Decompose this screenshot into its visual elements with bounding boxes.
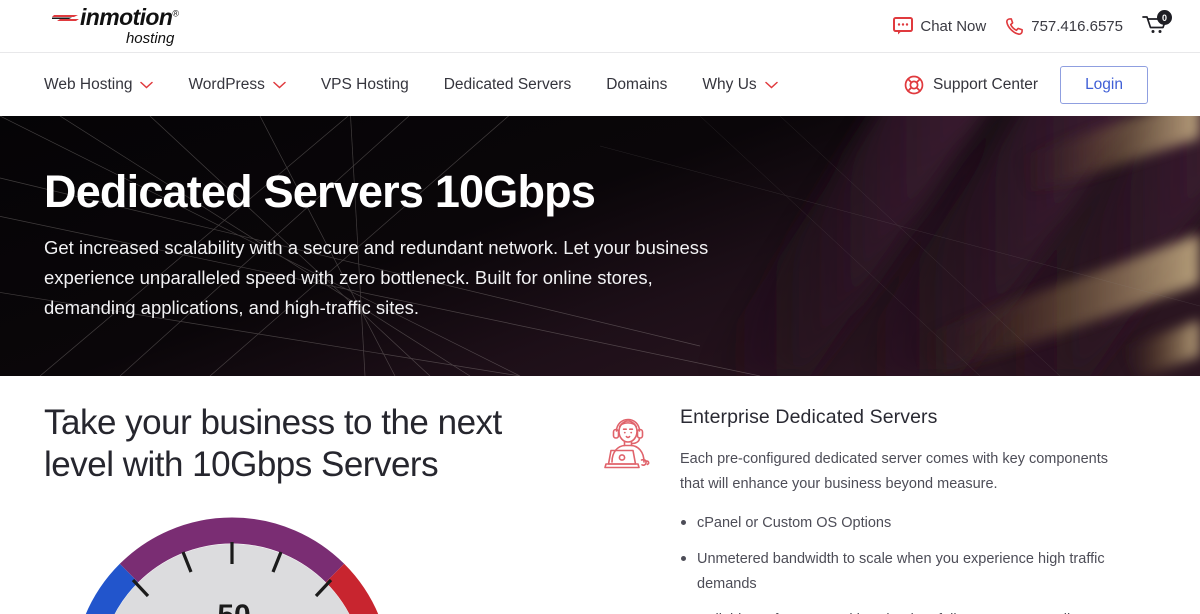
logo-sub-text: hosting xyxy=(125,30,175,47)
enterprise-title: Enterprise Dedicated Servers xyxy=(680,406,938,428)
support-center-label: Support Center xyxy=(932,75,1039,93)
cart-count-badge: 0 xyxy=(1157,10,1172,25)
enterprise-description: Each pre-configured dedicated server com… xyxy=(680,451,1108,492)
nav-label: Domains xyxy=(606,75,668,93)
chevron-down-icon xyxy=(273,81,286,89)
nav-item-dedicated-servers[interactable]: Dedicated Servers xyxy=(444,76,572,94)
hero-subtitle: Get increased scalability with a secure … xyxy=(44,237,709,319)
main-navigation: Web Hosting WordPress VPS Hosting Dedica… xyxy=(0,52,1200,116)
login-button[interactable]: Login xyxy=(1060,65,1148,104)
nav-label: VPS Hosting xyxy=(320,75,409,93)
speedometer-graphic: 30 40 50 60 70 xyxy=(85,517,379,614)
content-left-column: Take your business to the next level wit… xyxy=(0,402,600,614)
phone-number: 757.416.6575 xyxy=(1031,17,1123,35)
nav-label: Dedicated Servers xyxy=(443,75,572,93)
cart-button[interactable]: 0 xyxy=(1142,10,1172,41)
hero-title: Dedicated Servers 10Gbps xyxy=(44,166,596,217)
nav-item-why-us[interactable]: Why Us xyxy=(702,75,778,94)
logo-main-text: inmotion xyxy=(80,4,173,30)
nav-item-wordpress[interactable]: WordPress xyxy=(188,75,286,94)
nav-label: Web Hosting xyxy=(44,75,133,93)
gauge-tick-50: 50 xyxy=(217,599,250,614)
nav-item-vps-hosting[interactable]: VPS Hosting xyxy=(321,76,409,94)
lifebuoy-icon xyxy=(904,75,924,94)
feature-item: Unmetered bandwidth to scale when you ex… xyxy=(680,547,1126,597)
chat-now-label: Chat Now xyxy=(920,17,987,35)
phone-icon xyxy=(1006,17,1024,35)
utility-bar: inmotion® hosting Chat Now 757.416.6575 xyxy=(0,0,1200,52)
speedometer-gauge: 30 40 50 60 70 xyxy=(62,507,442,614)
nav-label: WordPress xyxy=(188,75,265,93)
feature-list: cPanel or Custom OS Options Unmetered ba… xyxy=(680,511,1160,614)
nav-actions: Support Center Login xyxy=(904,65,1148,104)
feature-item: cPanel or Custom OS Options xyxy=(680,511,1126,536)
support-agent-laptop-icon xyxy=(600,406,656,614)
nav-item-web-hosting[interactable]: Web Hosting xyxy=(44,75,154,94)
logo-wordmark: inmotion® xyxy=(52,4,179,30)
chat-now-link[interactable]: Chat Now xyxy=(893,17,986,35)
main-content: Take your business to the next level wit… xyxy=(0,376,1200,614)
logo-registered-mark: ® xyxy=(172,8,179,19)
chat-bubble-icon xyxy=(893,17,914,35)
phone-link[interactable]: 757.416.6575 xyxy=(1005,17,1123,36)
nav-item-domains[interactable]: Domains xyxy=(606,76,667,94)
hero-content: Dedicated Servers 10Gbps Get increased s… xyxy=(0,116,730,323)
speed-lines-icon xyxy=(52,15,79,21)
chevron-down-icon xyxy=(764,81,778,89)
chevron-down-icon xyxy=(140,81,154,89)
content-right-column: Enterprise Dedicated Servers Each pre-co… xyxy=(600,402,1200,614)
enterprise-info-block: Enterprise Dedicated Servers Each pre-co… xyxy=(680,406,1160,614)
hero-banner: Dedicated Servers 10Gbps Get increased s… xyxy=(0,116,1200,376)
utility-links: Chat Now 757.416.6575 0 xyxy=(893,10,1172,41)
nav-label: Why Us xyxy=(702,75,757,93)
support-center-link[interactable]: Support Center xyxy=(904,75,1038,95)
feature-item: Reliable performance with redundant fail… xyxy=(680,608,1126,614)
section-heading: Take your business to the next level wit… xyxy=(44,403,502,485)
nav-items: Web Hosting WordPress VPS Hosting Dedica… xyxy=(44,76,778,94)
site-logo[interactable]: inmotion® hosting xyxy=(30,4,179,47)
